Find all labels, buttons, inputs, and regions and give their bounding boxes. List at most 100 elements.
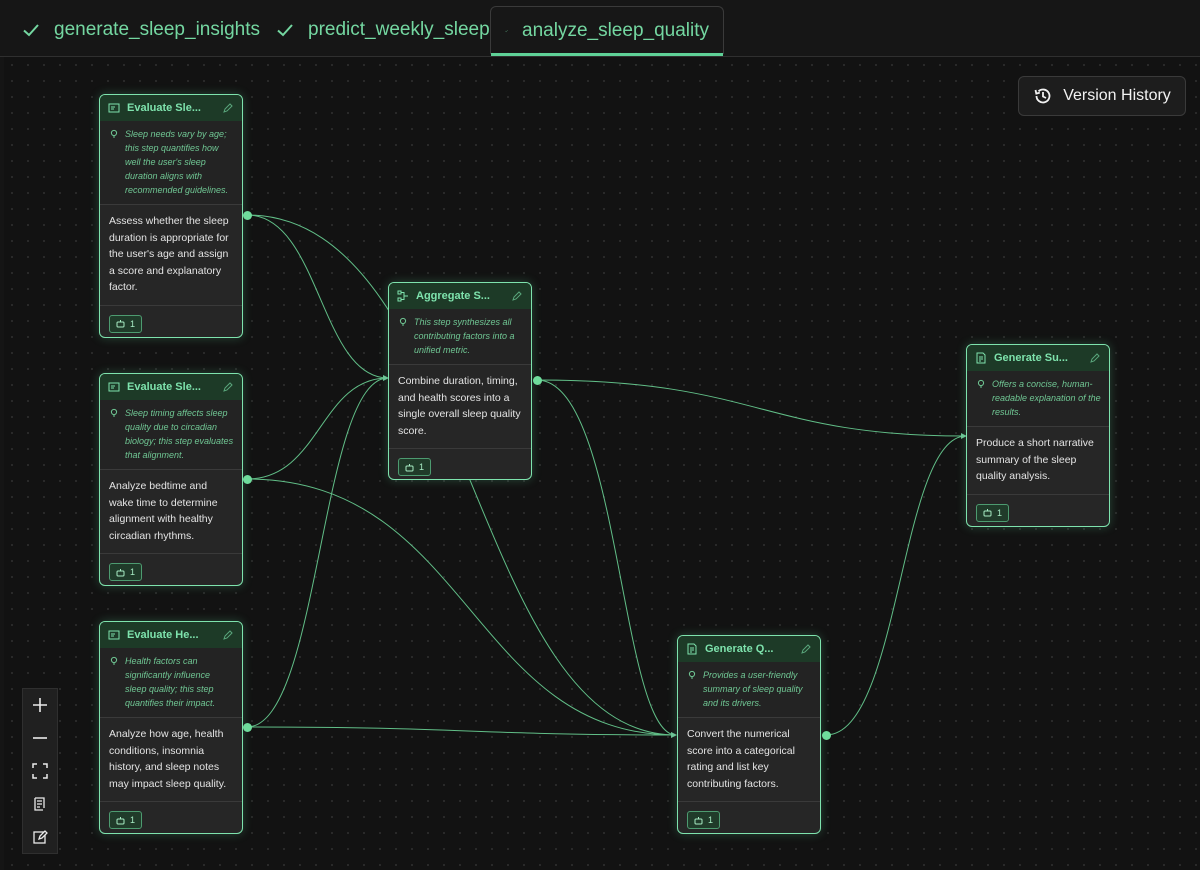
node-evaluate-sleep-timing[interactable]: Evaluate Sle... Sleep timing affects sle… — [99, 373, 243, 586]
output-handle[interactable] — [822, 731, 831, 740]
edit-mode-button[interactable] — [23, 820, 57, 853]
script-icon — [34, 797, 45, 811]
robot-icon — [694, 816, 703, 824]
node-description: Combine duration, timing, and health sco… — [389, 365, 531, 449]
agent-count-badge[interactable]: 1 — [687, 811, 721, 829]
robot-icon — [983, 509, 992, 517]
tab-generate-sleep-insights[interactable]: generate_sleep_insights — [8, 6, 274, 54]
agent-count: 1 — [130, 815, 136, 825]
node-note-text: Offers a concise, human-readable explana… — [992, 379, 1101, 417]
output-handle[interactable] — [243, 723, 252, 732]
robot-icon — [116, 816, 125, 824]
aggregate-icon — [397, 290, 408, 302]
node-header: Evaluate He... — [100, 622, 242, 648]
edit-icon[interactable] — [222, 381, 234, 393]
node-title: Evaluate Sle... — [127, 102, 201, 114]
fit-view-button[interactable] — [23, 755, 57, 788]
node-footer: 1 — [100, 802, 242, 833]
edit-icon — [33, 829, 48, 844]
robot-icon — [405, 463, 414, 471]
robot-icon — [116, 320, 125, 328]
lightbulb-icon — [688, 670, 696, 679]
node-description: Analyze how age, health conditions, inso… — [100, 718, 242, 802]
node-footer: 1 — [389, 449, 531, 479]
zoom-out-icon — [33, 737, 47, 739]
agent-count: 1 — [130, 567, 136, 577]
zoom-in-icon — [33, 698, 47, 713]
edit-icon[interactable] — [1089, 352, 1101, 364]
module-icon — [108, 103, 120, 113]
module-icon — [108, 630, 120, 640]
node-header: Aggregate S... — [389, 283, 531, 309]
node-note-text: Health factors can significantly influen… — [125, 656, 216, 708]
version-history-label: Version History — [1063, 87, 1171, 104]
node-header: Evaluate Sle... — [100, 374, 242, 400]
edit-icon[interactable] — [222, 102, 234, 114]
node-footer: 1 — [100, 554, 242, 585]
node-title: Aggregate S... — [416, 290, 490, 302]
zoom-out-button[interactable] — [23, 722, 57, 755]
node-note: This step synthesizes all contributing f… — [389, 309, 531, 365]
tab-label: analyze_sleep_quality — [522, 19, 709, 41]
zoom-in-button[interactable] — [23, 689, 57, 722]
node-note-text: Sleep timing affects sleep quality due t… — [125, 408, 234, 460]
tab-analyze-sleep-quality[interactable]: analyze_sleep_quality — [490, 6, 724, 56]
edit-icon[interactable] — [511, 290, 523, 302]
canvas-controls — [22, 688, 58, 854]
node-note-text: Provides a user-friendly summary of slee… — [703, 670, 803, 708]
lightbulb-icon — [110, 408, 118, 417]
agent-count: 1 — [708, 815, 714, 825]
agent-count: 1 — [997, 507, 1003, 518]
lightbulb-icon — [977, 379, 985, 388]
node-title: Generate Q... — [705, 643, 774, 655]
node-generate-summary[interactable]: Generate Su... Offers a concise, human-r… — [966, 344, 1110, 527]
node-aggregate-score[interactable]: Aggregate S... This step synthesizes all… — [388, 282, 532, 480]
node-title: Evaluate Sle... — [127, 381, 201, 393]
node-note: Offers a concise, human-readable explana… — [967, 371, 1109, 427]
node-description: Assess whether the sleep duration is app… — [100, 205, 242, 306]
fit-view-icon — [32, 763, 48, 779]
node-title: Evaluate He... — [127, 629, 199, 641]
node-note: Sleep needs vary by age; this step quant… — [100, 121, 242, 205]
robot-icon — [116, 568, 125, 576]
tab-predict-weekly-sleep[interactable]: predict_weekly_sleep — [262, 6, 504, 54]
node-header: Generate Q... — [678, 636, 820, 662]
node-evaluate-health[interactable]: Evaluate He... Health factors can signif… — [99, 621, 243, 834]
node-description: Analyze bedtime and wake time to determi… — [100, 470, 242, 554]
module-icon — [108, 382, 120, 392]
check-icon — [277, 24, 293, 37]
node-footer: 1 — [678, 802, 820, 833]
node-header: Generate Su... — [967, 345, 1109, 371]
agent-count-badge[interactable]: 1 — [109, 314, 143, 333]
agent-count-badge[interactable]: 1 — [398, 458, 432, 476]
node-footer: 1 — [100, 306, 242, 338]
lightbulb-icon — [110, 129, 118, 138]
lightbulb-icon — [399, 317, 407, 326]
agent-count: 1 — [130, 318, 136, 329]
output-handle[interactable] — [243, 475, 252, 484]
node-generate-quality[interactable]: Generate Q... Provides a user-friendly s… — [677, 635, 821, 834]
node-description: Convert the numerical score into a categ… — [678, 718, 820, 802]
lightbulb-icon — [110, 656, 118, 665]
check-icon — [23, 24, 39, 37]
document-icon — [687, 643, 697, 655]
agent-count-badge[interactable]: 1 — [109, 811, 143, 829]
node-note: Health factors can significantly influen… — [100, 648, 242, 718]
edit-icon[interactable] — [222, 629, 234, 641]
agent-count: 1 — [419, 462, 425, 472]
node-note-text: Sleep needs vary by age; this step quant… — [125, 129, 229, 195]
edit-icon[interactable] — [800, 643, 812, 655]
node-note-text: This step synthesizes all contributing f… — [414, 317, 515, 355]
tab-label: generate_sleep_insights — [54, 19, 260, 40]
document-icon — [976, 352, 986, 364]
output-handle[interactable] — [533, 376, 542, 385]
tab-bar: generate_sleep_insights predict_weekly_s… — [0, 0, 1200, 57]
check-icon — [505, 29, 508, 32]
output-handle[interactable] — [243, 211, 252, 220]
history-icon — [1034, 88, 1051, 104]
node-evaluate-sleep-duration[interactable]: Evaluate Sle... Sleep needs vary by age;… — [99, 94, 243, 338]
version-history-button[interactable]: Version History — [1018, 76, 1186, 116]
agent-count-badge[interactable]: 1 — [109, 563, 143, 581]
agent-count-badge[interactable]: 1 — [976, 503, 1010, 522]
script-button[interactable] — [23, 787, 57, 820]
